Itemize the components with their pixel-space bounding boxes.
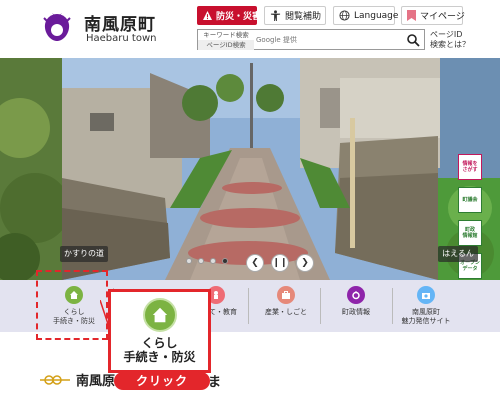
briefcase-icon	[277, 286, 295, 304]
slide-dot[interactable]	[186, 258, 192, 264]
page-id-help-link[interactable]: ページID 検索とは？	[430, 30, 470, 50]
highlight-dashed-box	[36, 270, 108, 340]
bookmark-icon	[407, 10, 416, 21]
chevron-left-icon: ❮	[251, 258, 259, 268]
town-logo-icon[interactable]	[40, 10, 74, 44]
person-icon	[270, 10, 281, 21]
warning-icon	[203, 11, 212, 20]
site-name[interactable]: 南風原町	[84, 10, 156, 35]
category-town-gov[interactable]: 町政情報	[320, 284, 392, 330]
camera-icon	[417, 286, 435, 304]
chevron-right-icon: ❯	[301, 258, 309, 268]
page: 南風原町 Haebaru town 防災・災害 閲覧補助 Language マイ…	[0, 0, 500, 400]
side-tab-gov-info[interactable]: 町政 情報館	[458, 220, 482, 246]
globe-icon	[339, 10, 350, 21]
house-icon	[142, 298, 177, 332]
click-badge: クリック	[114, 372, 210, 390]
next-slide-button[interactable]: ❯	[296, 254, 314, 272]
accessibility-label: 閲覧補助	[285, 12, 322, 22]
ornament-icon	[40, 374, 70, 385]
section-title-text: 南風原	[76, 374, 116, 389]
mypage-label: マイページ	[420, 12, 465, 22]
slide-caption: かすりの道	[60, 246, 108, 262]
page-id-search-tab[interactable]: ページID検索	[198, 40, 254, 50]
disaster-label: 防災・災害	[216, 12, 262, 22]
keyword-search-tab[interactable]: キーワード検索	[198, 30, 254, 40]
prev-slide-button[interactable]: ❮	[246, 254, 264, 272]
search-icon[interactable]	[406, 33, 420, 47]
side-tab-find-info[interactable]: 情報を さがす	[458, 154, 482, 180]
slide-dot[interactable]	[198, 258, 204, 264]
site-name-en[interactable]: Haebaru town	[86, 33, 156, 44]
disaster-button[interactable]: 防災・災害	[197, 6, 261, 25]
town-emblem-icon	[347, 286, 365, 304]
category-attractions-label: 南風原町 魅力発信サイト	[401, 308, 451, 325]
slide-caption-next: はえるん	[438, 246, 478, 262]
slide-dot[interactable]	[210, 258, 216, 264]
category-town-gov-label: 町政情報	[342, 308, 370, 316]
zoom-label-line1: くらし	[141, 336, 178, 350]
pause-icon: ❙❙	[272, 258, 288, 268]
section-title: 南風原	[40, 370, 115, 389]
divider	[248, 288, 249, 324]
language-button[interactable]: Language	[333, 6, 399, 25]
side-tab-council[interactable]: 町議会	[458, 187, 482, 213]
category-attractions[interactable]: 南風原町 魅力発信サイト	[390, 284, 462, 330]
slide-dot-active[interactable]	[222, 258, 228, 264]
category-industry-label: 産業・しごと	[265, 308, 307, 316]
pause-slide-button[interactable]: ❙❙	[271, 254, 289, 272]
category-industry[interactable]: 産業・しごと	[250, 284, 322, 330]
zoomed-living-button[interactable]: くらし 手続き・防災	[108, 289, 211, 373]
site-header: 南風原町 Haebaru town 防災・災害 閲覧補助 Language マイ…	[0, 0, 500, 58]
slide-dots	[186, 258, 228, 264]
mypage-button[interactable]: マイページ	[401, 6, 465, 25]
search-input[interactable]	[256, 33, 396, 47]
search-box: キーワード検索 ページID検索	[197, 29, 425, 50]
zoom-label-line2: 手続き・防災	[123, 350, 196, 364]
accessibility-button[interactable]: 閲覧補助	[264, 6, 326, 25]
language-label: Language	[354, 10, 399, 21]
